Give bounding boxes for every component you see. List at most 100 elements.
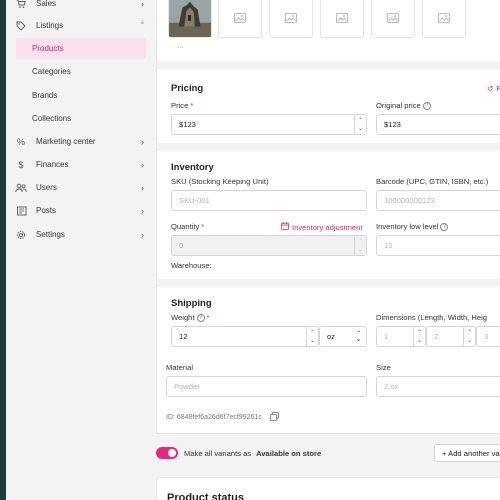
barcode-label: Barcode (UPC, GTIN, ISBN, etc.): [376, 177, 489, 186]
sidebar-item-label: Sales: [36, 0, 57, 8]
low-level-input[interactable]: 10: [376, 235, 500, 256]
length-input[interactable]: 1 ⌃ ⌄: [376, 326, 426, 347]
original-price-label-text: Original price: [376, 101, 421, 110]
chevron-down-icon: ⌄: [416, 337, 423, 344]
material-input[interactable]: Powder: [166, 376, 367, 397]
sidebar-item-users[interactable]: Users ›: [10, 177, 146, 198]
help-icon[interactable]: ?: [440, 222, 449, 231]
pricing-title: Pricing: [171, 83, 204, 94]
sidebar-item-label: Listings: [36, 21, 64, 30]
sidebar-item-posts[interactable]: Posts ›: [10, 200, 146, 221]
weight-value: 12: [179, 332, 188, 341]
sidebar-item-label: Finances: [36, 160, 69, 169]
chevron-right-icon: ›: [141, 205, 144, 216]
sidebar-subitem-categories[interactable]: Categories: [16, 61, 146, 82]
product-status-title: Product status: [167, 492, 245, 500]
product-form-card: ... Pricing ↺ P Price * $123 ⌃ ⌄ Original …: [156, 0, 500, 434]
sidebar-item-label: Users: [36, 183, 57, 192]
image-placeholder-icon[interactable]: [320, 0, 364, 38]
sidebar-item-label: Posts: [36, 206, 57, 215]
inventory-adjustment-link[interactable]: Inventory adjustment: [281, 222, 363, 232]
width-input[interactable]: 2 ⌃ ⌄: [426, 326, 476, 347]
product-status-card: Product status: [156, 477, 500, 500]
price-stepper[interactable]: ⌃ ⌄: [354, 115, 366, 134]
chevron-up-icon: ⌃: [466, 329, 473, 336]
chevron-right-icon: ›: [141, 136, 144, 147]
chevron-down-icon: ⌄: [466, 337, 473, 344]
original-price-label: Original price?: [376, 101, 431, 110]
barcode-input[interactable]: 100000000123: [376, 190, 500, 211]
warehouse-label: Warehouse:: [171, 261, 212, 270]
calendar-icon: [281, 222, 289, 232]
newspaper-icon: [14, 206, 28, 216]
weight-unit-select[interactable]: oz ⌃ ⌄: [319, 326, 367, 347]
sidebar-item-listings[interactable]: Listings ˆ: [10, 15, 146, 36]
cart-icon: [14, 0, 28, 9]
weight-input[interactable]: 12 ⌃ ⌄: [171, 326, 319, 347]
height-input[interactable]: 3: [476, 326, 500, 347]
pricing-edge-link-label: P: [496, 84, 500, 93]
quantity-label: Quantity *: [171, 222, 204, 231]
size-label: Size: [376, 363, 391, 372]
chevron-down-icon: ⌄: [357, 125, 364, 132]
pricing-edge-link[interactable]: ↺ P: [487, 84, 500, 93]
sidebar-subitem-collections[interactable]: Collections: [16, 108, 146, 129]
required-asterisk: *: [206, 313, 210, 322]
sidebar: Sales › Listings ˆ Products Categories B…: [6, 0, 152, 500]
quantity-stepper[interactable]: ⌃ ⌄: [354, 236, 366, 255]
sidebar-subitem-brands[interactable]: Brands: [16, 85, 146, 106]
section-divider: [157, 143, 500, 151]
chevron-up-icon: ⌃: [416, 329, 423, 336]
help-icon[interactable]: ?: [196, 313, 205, 322]
percent-icon: %: [16, 136, 25, 147]
low-level-label: Inventory low level?: [376, 222, 449, 231]
image-placeholder-icon[interactable]: [422, 0, 466, 38]
product-image-thumbnail[interactable]: [168, 0, 212, 38]
gear-icon: [14, 230, 28, 240]
select-arrows-icon: ⌃ ⌄: [355, 330, 361, 343]
sidebar-item-sales[interactable]: Sales ›: [10, 0, 146, 14]
copy-icon[interactable]: [269, 412, 279, 423]
price-input[interactable]: $123 ⌃ ⌄: [171, 114, 367, 135]
variant-id: ID: 6848fef6a26d6f7ecf99261c: [166, 412, 279, 423]
tag-icon: [14, 21, 28, 31]
quantity-value: 0: [179, 241, 184, 250]
chevron-down-icon: ⌄: [309, 337, 316, 344]
width-stepper[interactable]: ⌃ ⌄: [463, 327, 475, 346]
shipping-title: Shipping: [171, 298, 212, 309]
sidebar-subitem-products[interactable]: Products: [16, 38, 146, 59]
image-placeholder-icon[interactable]: [218, 0, 262, 38]
height-placeholder: 3: [484, 332, 489, 341]
more-images-ellipsis: ...: [177, 41, 184, 50]
chevron-right-icon: ›: [141, 159, 144, 170]
available-on-store-toggle[interactable]: [156, 447, 178, 459]
size-input[interactable]: 2 oz: [376, 376, 500, 397]
add-variant-button[interactable]: + Add another va: [434, 444, 500, 462]
sidebar-item-marketing[interactable]: % Marketing center ›: [10, 131, 146, 152]
price-label-text: Price: [171, 101, 189, 110]
help-icon[interactable]: ?: [422, 101, 431, 110]
toggle-text-bold: Available on store: [256, 449, 322, 458]
undo-icon: ↺: [487, 84, 494, 93]
chevron-down-icon: ⌄: [357, 246, 364, 253]
weight-unit-value: oz: [327, 332, 336, 341]
inventory-title: Inventory: [171, 162, 214, 173]
weight-stepper[interactable]: ⌃ ⌄: [306, 327, 318, 346]
length-stepper[interactable]: ⌃ ⌄: [413, 327, 425, 346]
users-icon: [14, 183, 28, 193]
sku-input[interactable]: SKU-001: [171, 190, 367, 211]
chevron-up-icon: ⌃: [357, 117, 364, 124]
quantity-input[interactable]: 0 ⌃ ⌄: [171, 235, 367, 256]
required-asterisk: *: [190, 101, 194, 110]
length-placeholder: 1: [384, 332, 389, 341]
image-placeholder-icon[interactable]: [269, 0, 313, 38]
original-price-input[interactable]: $123: [376, 114, 500, 135]
image-placeholder-icon[interactable]: [371, 0, 415, 38]
sidebar-item-label: Marketing center: [36, 137, 96, 146]
quantity-label-text: Quantity: [171, 222, 200, 231]
chevron-up-icon: ⌃: [309, 329, 316, 336]
material-label: Material: [166, 363, 194, 372]
sidebar-item-settings[interactable]: Settings ›: [10, 224, 146, 245]
sidebar-item-finances[interactable]: $ Finances ›: [10, 154, 146, 175]
weight-label-text: Weight: [171, 313, 195, 322]
